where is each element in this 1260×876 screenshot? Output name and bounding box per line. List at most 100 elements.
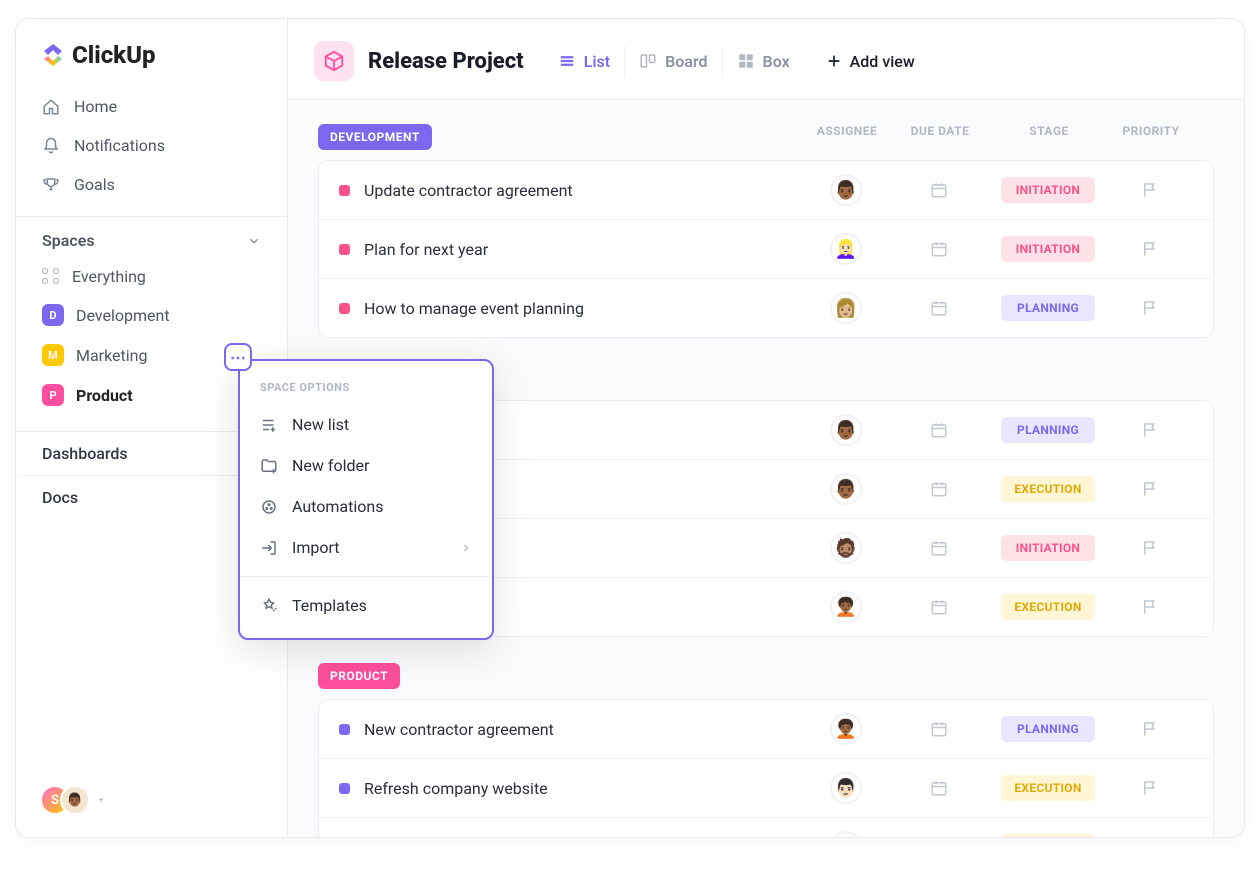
task-row[interactable]: Plan for next year 👱🏻‍♀️ INITIATION: [319, 219, 1213, 278]
priority-cell[interactable]: [1107, 240, 1193, 258]
calendar-icon: [930, 539, 948, 557]
assignee-cell[interactable]: 🧑🏾‍🦱: [803, 591, 889, 623]
priority-cell[interactable]: [1107, 598, 1193, 616]
space-item-development[interactable]: D Development: [28, 295, 275, 335]
priority-cell[interactable]: [1107, 480, 1193, 498]
stage-cell[interactable]: PLANNING: [989, 417, 1107, 443]
status-square[interactable]: [339, 303, 350, 314]
priority-cell[interactable]: [1107, 720, 1193, 738]
view-tab-board[interactable]: Board: [624, 46, 721, 77]
nav-goals[interactable]: Goals: [28, 165, 275, 204]
avatar: 🧔🏽: [830, 532, 862, 564]
task-row[interactable]: New contractor agreement 🧑🏾‍🦱 PLANNING: [319, 700, 1213, 758]
stage-cell[interactable]: EXECUTION: [989, 594, 1107, 620]
stage-cell[interactable]: EXECUTION: [989, 775, 1107, 801]
stage-cell[interactable]: INITIATION: [989, 236, 1107, 262]
avatar: 👨🏾: [830, 473, 862, 505]
priority-cell[interactable]: [1107, 181, 1193, 199]
priority-cell[interactable]: [1107, 299, 1193, 317]
priority-cell[interactable]: [1107, 421, 1193, 439]
col-header-assignee: ASSIGNEE: [804, 124, 890, 150]
due-date-cell[interactable]: [889, 421, 989, 439]
avatar: 🧑🏾‍🦱: [830, 713, 862, 745]
assignee-cell[interactable]: 🧑🏾‍🦱: [803, 713, 889, 745]
due-date-cell[interactable]: [889, 480, 989, 498]
status-square[interactable]: [339, 724, 350, 735]
assignee-cell[interactable]: 👨🏾: [803, 414, 889, 446]
status-square[interactable]: [339, 185, 350, 196]
chevron-right-icon: [460, 542, 472, 554]
stage-cell[interactable]: EXECUTION: [989, 834, 1107, 837]
popover-title: SPACE OPTIONS: [240, 373, 492, 404]
calendar-icon: [930, 299, 948, 317]
flag-icon: [1141, 299, 1159, 317]
due-date-cell[interactable]: [889, 779, 989, 797]
stage-cell[interactable]: EXECUTION: [989, 476, 1107, 502]
due-date-cell[interactable]: [889, 181, 989, 199]
stage-badge: PLANNING: [1001, 417, 1095, 443]
chevron-down-icon: [247, 234, 261, 248]
task-row[interactable]: Update contractor agreement 👨🏾 INITIATIO…: [319, 161, 1213, 219]
group-pill[interactable]: DEVELOPMENT: [318, 124, 432, 150]
view-tabs: List Board Box: [544, 46, 804, 77]
assignee-cell[interactable]: 👨🏾: [803, 174, 889, 206]
automations-icon: [260, 498, 278, 516]
project-header: Release Project List Board: [288, 19, 1244, 100]
assignee-cell[interactable]: 🧔🏽: [803, 532, 889, 564]
status-square[interactable]: [339, 244, 350, 255]
task-row[interactable]: How to manage event planning 👩🏼 PLANNING: [319, 278, 1213, 337]
popover-new-folder[interactable]: New folder: [240, 445, 492, 486]
stage-cell[interactable]: PLANNING: [989, 295, 1107, 321]
primary-nav: Home Notifications Goals: [16, 83, 287, 208]
user-avatars[interactable]: S 👨🏾: [40, 785, 90, 815]
assignee-cell[interactable]: 👨🏻: [803, 831, 889, 837]
logo[interactable]: ClickUp: [16, 41, 287, 83]
assignee-cell[interactable]: 👨🏻: [803, 772, 889, 804]
task-row[interactable]: Refresh company website 👨🏻 EXECUTION: [319, 758, 1213, 817]
nav-home[interactable]: Home: [28, 87, 275, 126]
popover-new-list[interactable]: New list: [240, 404, 492, 445]
due-date-cell[interactable]: [889, 539, 989, 557]
assignee-cell[interactable]: 👩🏼: [803, 292, 889, 324]
flag-icon: [1141, 421, 1159, 439]
task-name: Refresh company website: [364, 779, 548, 798]
view-tab-list[interactable]: List: [544, 46, 624, 77]
stage-badge: EXECUTION: [1001, 834, 1095, 837]
flag-icon: [1141, 598, 1159, 616]
spaces-header[interactable]: Spaces: [16, 216, 287, 256]
project-icon: [314, 41, 354, 81]
stage-cell[interactable]: PLANNING: [989, 716, 1107, 742]
group-pill[interactable]: PRODUCT: [318, 663, 400, 689]
caret-down-icon[interactable]: [96, 795, 106, 805]
more-options-button[interactable]: ⋯: [224, 343, 252, 371]
logo-mark-icon: [40, 42, 66, 68]
view-tab-box[interactable]: Box: [722, 46, 804, 77]
board-view-icon: [639, 52, 657, 70]
calendar-icon: [930, 779, 948, 797]
due-date-cell[interactable]: [889, 299, 989, 317]
space-everything[interactable]: Everything: [28, 258, 275, 295]
list-view-icon: [558, 52, 576, 70]
add-view-button[interactable]: Add view: [826, 52, 915, 71]
avatar: 👨🏻: [830, 831, 862, 837]
assignee-cell[interactable]: 👨🏾: [803, 473, 889, 505]
popover-templates[interactable]: Templates: [240, 585, 492, 626]
assignee-cell[interactable]: 👱🏻‍♀️: [803, 233, 889, 265]
stage-badge: EXECUTION: [1001, 594, 1095, 620]
stage-cell[interactable]: INITIATION: [989, 535, 1107, 561]
priority-cell[interactable]: [1107, 539, 1193, 557]
task-name: New contractor agreement: [364, 720, 554, 739]
avatar: 👨🏻: [830, 772, 862, 804]
due-date-cell[interactable]: [889, 598, 989, 616]
status-square[interactable]: [339, 783, 350, 794]
flag-icon: [1141, 539, 1159, 557]
task-row[interactable]: Update key objectives 5 👨🏻 EXECUTION: [319, 817, 1213, 837]
stage-cell[interactable]: INITIATION: [989, 177, 1107, 203]
due-date-cell[interactable]: [889, 720, 989, 738]
nav-notifications[interactable]: Notifications: [28, 126, 275, 165]
due-date-cell[interactable]: [889, 240, 989, 258]
task-group: Update contractor agreement 👨🏾 INITIATIO…: [318, 160, 1214, 338]
popover-automations[interactable]: Automations: [240, 486, 492, 527]
priority-cell[interactable]: [1107, 779, 1193, 797]
popover-import[interactable]: Import: [240, 527, 492, 568]
